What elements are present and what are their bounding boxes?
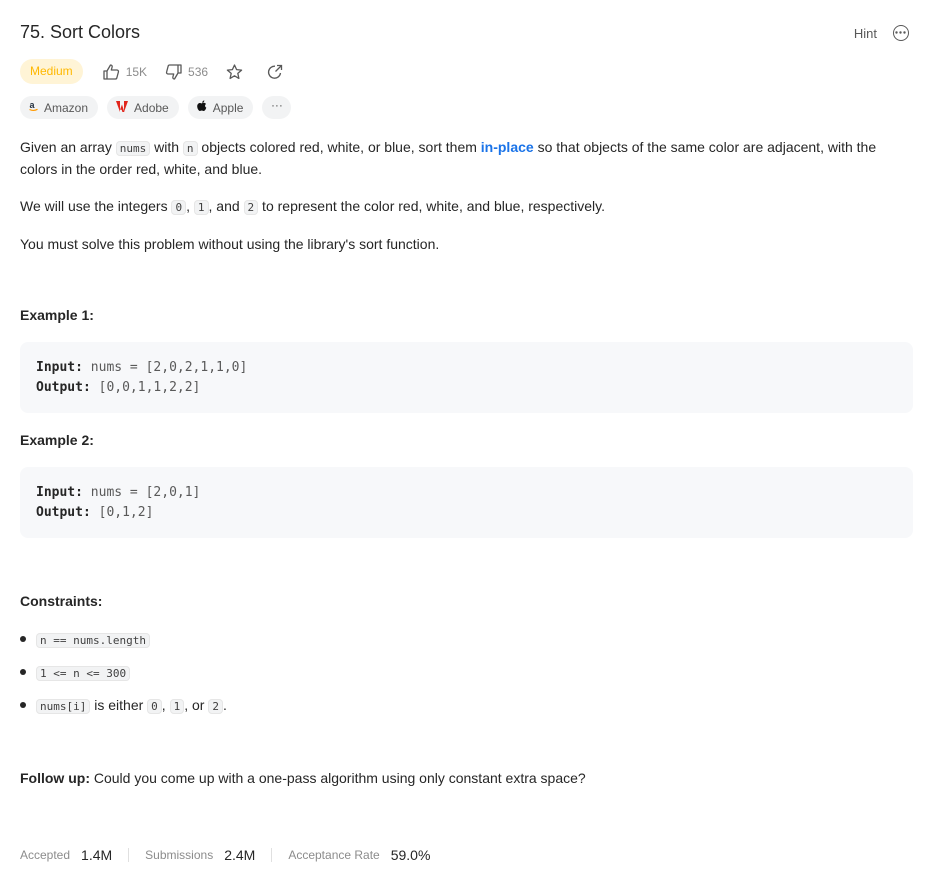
constraint-item: n == nums.length [20,628,227,661]
share-button[interactable] [267,64,290,80]
svg-text:a: a [30,101,36,110]
company-tag-apple[interactable]: Apple [187,96,254,119]
submissions-label: Submissions [145,848,214,862]
submission-stats: Accepted 1.4M Submissions 2.4M Acceptanc… [20,845,430,865]
apple-icon [196,100,207,115]
favorite-button[interactable] [226,63,249,80]
example-1-box: Input: nums = [2,0,2,1,1,0] Output: [0,0… [20,342,913,413]
description-paragraph: We will use the integers 0, 1, and 2 to … [20,198,605,215]
example-output-line: Output: [0,0,1,1,2,2] [36,380,201,395]
thumbs-down-icon [165,63,182,80]
inline-code: 1 [193,200,209,215]
problem-meta: Medium 15K 536 [20,59,308,84]
accepted-value: 1.4M [81,847,113,863]
constraints-list: n == nums.length 1 <= n <= 300 nums[i] i… [20,628,227,727]
thumbs-up-icon [103,63,119,80]
inline-code: 0 [171,200,187,215]
example-2-title: Example 2: [20,432,94,448]
adobe-icon [116,100,129,115]
in-place-link[interactable]: in-place [481,139,534,155]
example-input-line: Input: nums = [2,0,1] [36,485,201,500]
constraint-item: nums[i] is either 0, 1, or 2. [20,694,227,727]
dislike-button[interactable]: 536 [165,63,209,80]
constraints-title: Constraints: [20,593,103,609]
constraint-item: 1 <= n <= 300 [20,661,227,694]
inline-code: n [182,141,198,156]
share-icon [267,64,283,79]
company-name: Adobe [134,100,169,115]
company-name: Amazon [44,100,89,115]
company-tags: a Amazon Adobe Apple ··· [20,96,292,119]
inline-code: nums [115,141,151,156]
company-tag-adobe[interactable]: Adobe [107,96,179,119]
amazon-icon: a [29,100,38,115]
stat-divider [271,848,273,862]
difficulty-badge: Medium [20,59,83,84]
like-button[interactable]: 15K [103,63,148,80]
accepted-label: Accepted [20,848,71,862]
more-options-icon[interactable] [893,25,909,41]
problem-header: 75. Sort Colors Hint [20,22,913,48]
example-2-box: Input: nums = [2,0,1] Output: [0,1,2] [20,467,913,538]
companies-more-button[interactable]: ··· [262,96,292,119]
acceptance-rate-label: Acceptance Rate [288,848,380,862]
stat-divider [128,848,130,862]
follow-up-text: Could you come up with a one-pass algori… [89,770,586,786]
company-name: Apple [212,100,244,115]
description-paragraph: Given an array nums with n objects color… [20,139,877,177]
inline-code: 2 [243,200,259,215]
example-1-title: Example 1: [20,307,94,323]
company-tag-amazon[interactable]: a Amazon [20,96,99,119]
example-input-line: Input: nums = [2,0,2,1,1,0] [36,360,248,375]
hint-button[interactable]: Hint [854,26,877,41]
problem-description: Given an array nums with n objects color… [20,137,913,271]
acceptance-rate-value: 59.0% [390,847,431,863]
dislike-count: 536 [188,64,209,79]
description-paragraph: You must solve this problem without usin… [20,236,440,252]
problem-title: 75. Sort Colors [20,22,141,42]
star-icon [226,63,243,79]
like-count: 15K [125,64,148,79]
submissions-value: 2.4M [224,847,256,863]
follow-up: Follow up: Could you come up with a one-… [20,770,586,786]
follow-up-label: Follow up: [20,770,90,786]
example-output-line: Output: [0,1,2] [36,505,154,520]
